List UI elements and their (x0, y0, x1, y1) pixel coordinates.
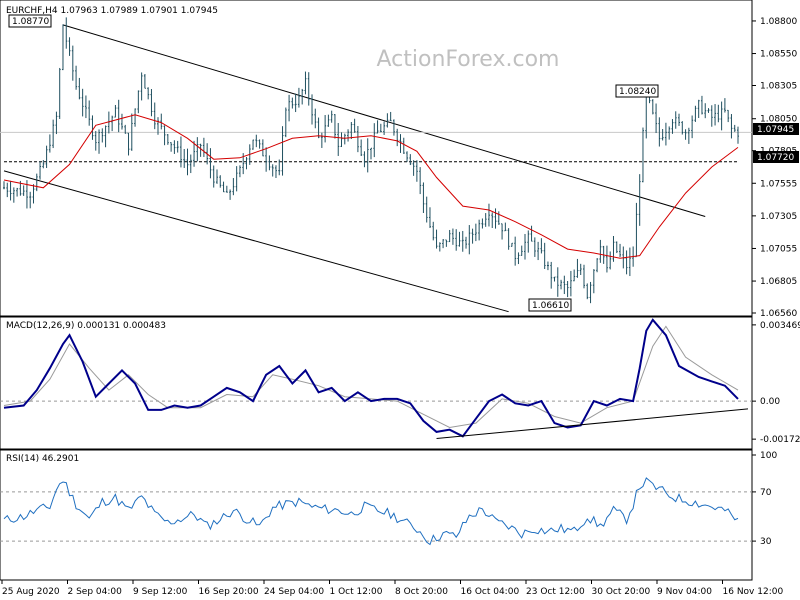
time-tick-label: 16 Nov 12:00 (723, 587, 784, 597)
price-tick-label: 1.06805 (760, 277, 797, 287)
price-tick-label: 1.07555 (760, 179, 797, 189)
time-tick-label: 23 Oct 12:00 (526, 587, 585, 597)
label-high-text: 1.08770 (12, 17, 49, 27)
label-low: 1.06610 (528, 298, 572, 312)
price-tick-label: 1.07305 (760, 212, 797, 222)
time-tick-label: 16 Oct 04:00 (461, 587, 520, 597)
price-tick-label: 1.06560 (760, 309, 797, 319)
rsi-title: RSI(14) 46.2901 (6, 454, 79, 464)
chart-canvas: ActionForex.com EURCHF,H4 1.07963 1.0798… (0, 0, 800, 600)
macd-tick-label: 0.003469 (760, 321, 800, 331)
rsi-tick-label: 30 (760, 537, 772, 547)
label-low-text: 1.06610 (532, 301, 569, 311)
time-tick-label: 25 Aug 2020 (2, 587, 60, 597)
price-box-current: 1.07945 (753, 123, 799, 135)
price-box-current-text: 1.07945 (757, 125, 794, 135)
price-box-level: 1.07720 (753, 151, 799, 163)
macd-title: MACD(12,26,9) 0.000131 0.000483 (6, 321, 166, 331)
macd-tick-label: 0.00 (760, 397, 780, 407)
time-tick-label: 9 Nov 04:00 (657, 587, 712, 597)
time-tick-label: 16 Sep 20:00 (199, 587, 259, 597)
time-tick-label: 2 Sep 04:00 (68, 587, 123, 597)
time-tick-label: 9 Sep 12:00 (133, 587, 188, 597)
watermark: ActionForex.com (377, 47, 560, 72)
price-tick-label: 1.07055 (760, 244, 797, 254)
price-tick-label: 1.08550 (760, 50, 797, 60)
time-tick-label: 8 Oct 20:00 (395, 587, 448, 597)
rsi-tick-label: 70 (760, 488, 772, 498)
price-tick-label: 1.08800 (760, 17, 797, 27)
price-box-level-text: 1.07720 (757, 153, 794, 163)
label-high-2: 1.08240 (615, 84, 659, 98)
time-tick-label: 24 Sep 04:00 (264, 587, 324, 597)
macd-tick-label: -0.001729 (760, 435, 800, 445)
label-high-2-text: 1.08240 (619, 87, 656, 97)
label-high: 1.08770 (8, 14, 52, 28)
price-tick-label: 1.08305 (760, 81, 797, 91)
time-tick-label: 1 Oct 12:00 (330, 587, 383, 597)
rsi-tick-label: 100 (760, 451, 777, 461)
time-tick-label: 30 Oct 20:00 (592, 587, 651, 597)
